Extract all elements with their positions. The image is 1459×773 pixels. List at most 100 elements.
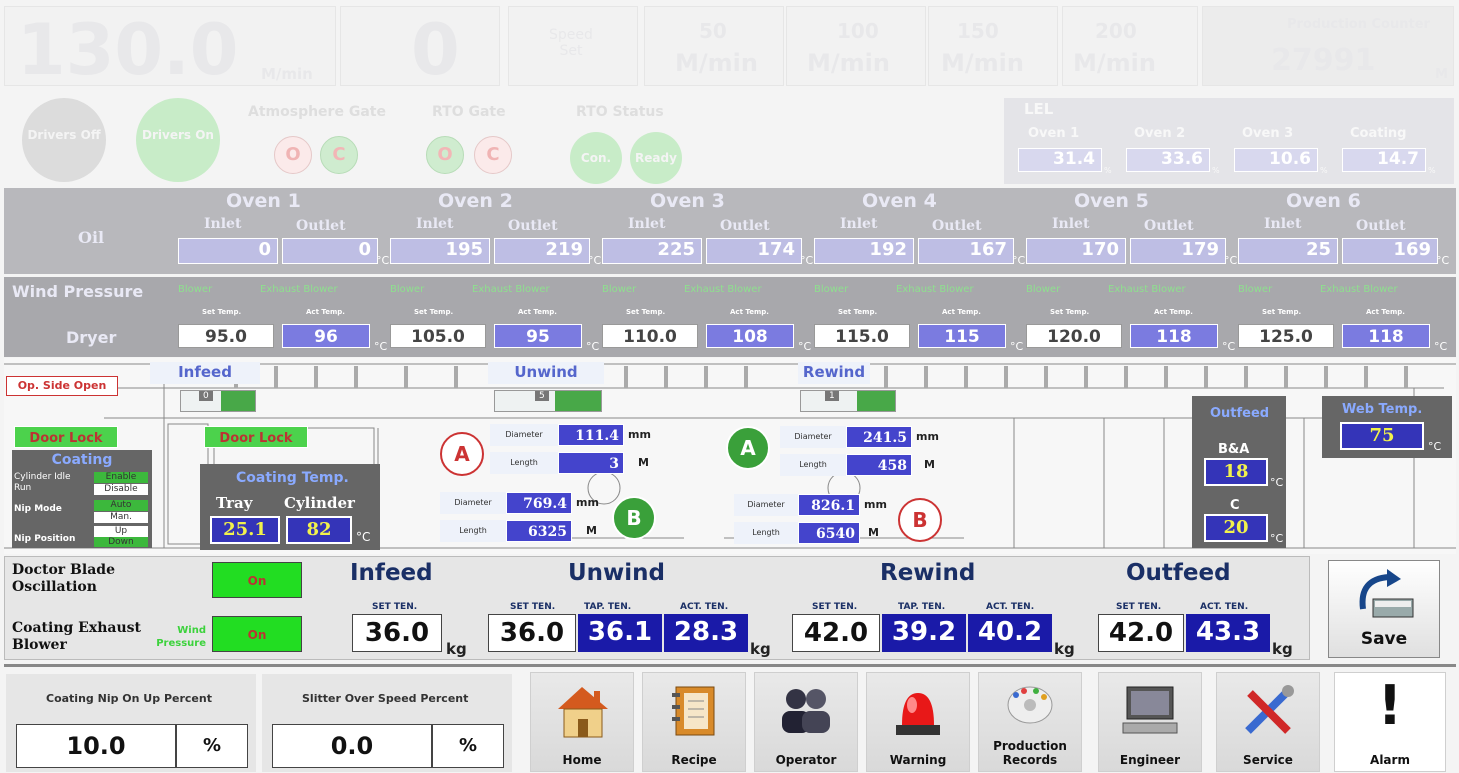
act-temp-label: Act Temp. <box>1154 308 1193 316</box>
coating-exhaust-on-button[interactable]: On <box>212 616 302 652</box>
warning-siren-icon <box>896 693 940 735</box>
nav-home-button[interactable]: Home <box>530 672 634 772</box>
blower-label: Blower <box>1026 284 1061 295</box>
rewind-tap-tension: 39.2 <box>882 614 966 652</box>
temp-unit: °C <box>356 530 371 544</box>
rto-gate-open-button[interactable]: O <box>426 136 464 174</box>
rewind-b-diameter: 826.1 <box>798 494 860 516</box>
exhaust-blower-label: Exhaust Blower <box>1320 284 1398 295</box>
nip-percent-value[interactable]: 10.0 <box>16 724 176 768</box>
nav-alarm-button[interactable]: ! Alarm <box>1334 672 1446 772</box>
auto-label: Auto <box>110 500 132 510</box>
service-tools-icon <box>1245 685 1294 734</box>
atm-gate-open-button[interactable]: O <box>274 136 312 174</box>
kg-unit: kg <box>1272 640 1293 658</box>
wind-pressure-small: Wind Pressure <box>156 625 206 649</box>
act-temp-label: Act Temp. <box>306 308 345 316</box>
rewind-set-tension[interactable]: 42.0 <box>792 614 880 652</box>
length-label: Length <box>440 520 506 542</box>
slitter-percent-value[interactable]: 0.0 <box>272 724 432 768</box>
nav-operator-button[interactable]: Operator <box>754 672 858 772</box>
web-temp-panel: Web Temp. 75 °C <box>1322 396 1452 458</box>
act-temp-label: Act Temp. <box>942 308 981 316</box>
drivers-on-button[interactable]: Drivers On <box>136 98 220 182</box>
pct-unit: % <box>1212 166 1220 175</box>
infeed-set-tension[interactable]: 36.0 <box>352 614 442 652</box>
outfeed-set-tension[interactable]: 42.0 <box>1098 614 1184 652</box>
nip-mode-man-button[interactable]: Man. <box>94 512 148 523</box>
length-label: Length <box>734 522 798 544</box>
dryer-set-temp[interactable]: 105.0 <box>390 324 486 348</box>
drivers-off-button[interactable]: Drivers Off <box>22 98 106 182</box>
oil-inlet-value: 192 <box>814 238 914 264</box>
length-label: Length <box>490 452 558 474</box>
save-button[interactable]: Save <box>1328 560 1440 658</box>
door-lock-indicator-1[interactable]: Door Lock <box>14 426 118 448</box>
oil-inlet-value: 195 <box>390 238 490 264</box>
act-ten-label: ACT. TEN. <box>680 602 729 612</box>
nip-position-up-button[interactable]: Up <box>94 526 148 537</box>
c-label: C <box>486 144 500 165</box>
temp-unit: °C <box>1428 440 1442 453</box>
cyl-idle-disable-button[interactable]: Disable <box>94 484 148 495</box>
preset-value: 50 <box>699 19 727 43</box>
cylinder-label: Cylinder <box>284 494 355 512</box>
preset-100-button[interactable]: 100 M/min <box>786 6 926 86</box>
unwind-position-value: 5 <box>535 391 549 401</box>
preset-150-button[interactable]: 150 M/min <box>928 6 1058 86</box>
doctor-blade-on-button[interactable]: On <box>212 562 302 598</box>
cyl-idle-enable-button[interactable]: Enable <box>94 472 148 483</box>
rewind-act-tension: 40.2 <box>968 614 1052 652</box>
rto-gate-close-button[interactable]: C <box>474 136 512 174</box>
divider <box>4 664 1456 667</box>
dryer-set-temp[interactable]: 110.0 <box>602 324 698 348</box>
oil-oven-title: Oven 1 <box>226 190 301 212</box>
door-lock-indicator-2[interactable]: Door Lock <box>204 426 308 448</box>
act-ten-label: ACT. TEN. <box>986 602 1035 612</box>
atm-gate-close-button[interactable]: C <box>320 136 358 174</box>
tap-ten-label: TAP. TEN. <box>898 602 946 612</box>
dryer-set-temp[interactable]: 125.0 <box>1238 324 1334 348</box>
oil-inlet-value: 25 <box>1238 238 1338 264</box>
blower-label: Blower <box>1238 284 1273 295</box>
alarm-label: Alarm <box>1370 753 1410 767</box>
nip-position-down-button[interactable]: Down <box>94 537 148 547</box>
engineer-label: Engineer <box>1119 753 1181 767</box>
c-label: C <box>1230 498 1240 513</box>
dryer-set-temp[interactable]: 95.0 <box>178 324 274 348</box>
blower-label: Blower <box>814 284 849 295</box>
nav-service-button[interactable]: Service <box>1216 672 1320 772</box>
nav-warning-button[interactable]: Warning <box>866 672 970 772</box>
temp-unit: °C <box>1434 340 1448 353</box>
infeed-section-label: Infeed <box>150 362 260 384</box>
oil-oven-title: Oven 5 <box>1074 190 1149 212</box>
dryer-set-temp[interactable]: 120.0 <box>1026 324 1122 348</box>
unwind-set-tension[interactable]: 36.0 <box>488 614 576 652</box>
outlet-label: Outlet <box>1356 218 1406 234</box>
preset-200-button[interactable]: 200 M/min <box>1062 6 1198 86</box>
speed-set-button[interactable]: Speed Set <box>508 6 638 86</box>
pct-unit: % <box>1104 166 1112 175</box>
nav-engineer-button[interactable]: Engineer <box>1098 672 1202 772</box>
con-label: Con. <box>580 151 612 165</box>
nav-production-records-button[interactable]: Production Records <box>978 672 1082 772</box>
zero-value: 0 <box>411 9 460 91</box>
slitter-percent-label: Slitter Over Speed Percent <box>302 692 469 705</box>
oil-oven-title: Oven 4 <box>862 190 937 212</box>
pct-unit: % <box>458 735 478 756</box>
oil-inlet-value: 170 <box>1026 238 1126 264</box>
b-label: B <box>912 508 928 532</box>
door-lock-label: Door Lock <box>29 431 103 446</box>
set-ten-label: SET TEN. <box>510 602 556 612</box>
nip-mode-auto-button[interactable]: Auto <box>94 500 148 511</box>
oil-oven-title: Oven 2 <box>438 190 513 212</box>
rewind-position-value: 1 <box>825 391 839 401</box>
preset-50-button[interactable]: 50 M/min <box>644 6 784 86</box>
exhaust-blower-label: Exhaust Blower <box>472 284 550 295</box>
dryer-set-temp[interactable]: 115.0 <box>814 324 910 348</box>
m-unit: M <box>868 526 879 539</box>
temp-unit: °C <box>1012 254 1026 267</box>
nav-recipe-button[interactable]: Recipe <box>642 672 746 772</box>
set-temp-label: Set Temp. <box>838 308 878 316</box>
temp-unit: °C <box>588 254 602 267</box>
